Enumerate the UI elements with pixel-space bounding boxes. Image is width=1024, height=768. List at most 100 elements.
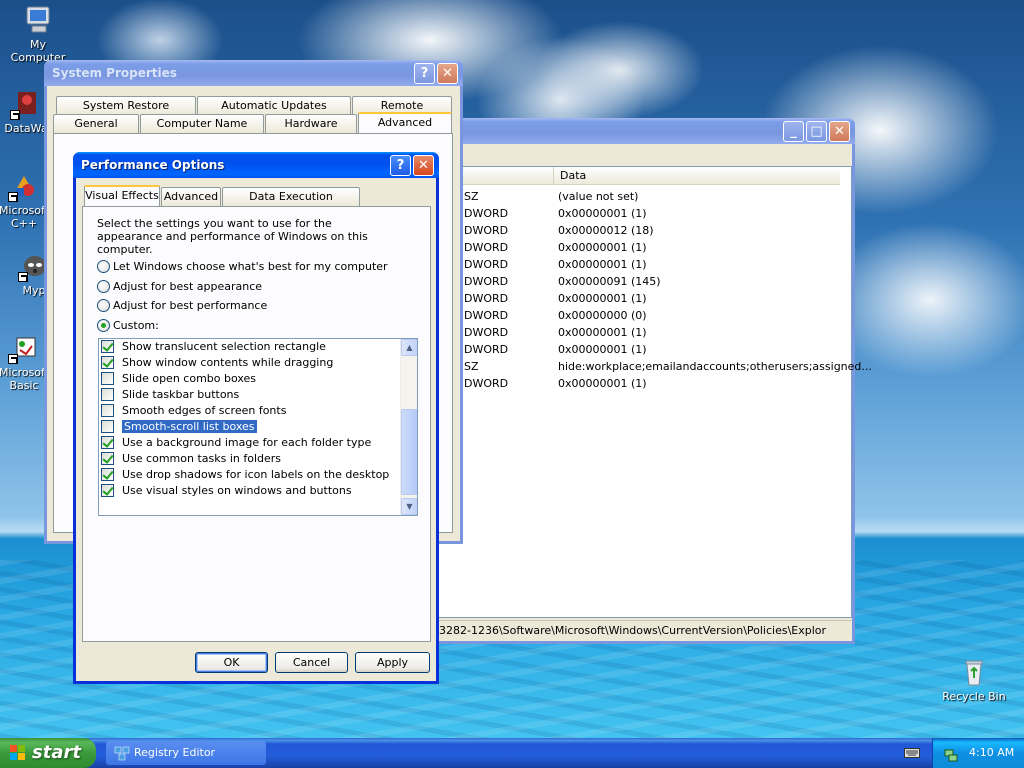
list-item[interactable]: Use a background image for each folder t…	[101, 435, 371, 451]
checkbox[interactable]	[101, 468, 114, 481]
table-row[interactable]: DWORD	[464, 341, 508, 358]
registry-statusbar: 3282-1236\Software\Microsoft\Windows\Cur…	[433, 620, 852, 640]
table-row[interactable]: DWORD	[464, 239, 508, 256]
column-header-data[interactable]: Data	[554, 167, 840, 185]
cell-type: DWORD	[464, 241, 509, 254]
cancel-button[interactable]: Cancel	[275, 652, 348, 673]
system-properties-titlebar[interactable]: System Properties ? ✕	[44, 60, 463, 86]
checkbox[interactable]	[101, 484, 114, 497]
cell-type: DWORD	[464, 207, 509, 220]
performance-options-titlebar[interactable]: Performance Options ? ✕	[73, 152, 439, 178]
close-button[interactable]: ✕	[829, 121, 850, 142]
list-item-label: Use drop shadows for icon labels on the …	[122, 468, 390, 481]
tab-automatic-updates[interactable]: Automatic Updates	[197, 96, 351, 115]
window-title: System Properties	[52, 66, 177, 80]
start-label: start	[32, 742, 81, 763]
table-row[interactable]: DWORD	[464, 324, 508, 341]
tab-advanced[interactable]: Advanced	[358, 112, 452, 133]
visual-effects-panel: Select the settings you want to use for …	[82, 206, 431, 642]
table-row[interactable]: DWORD	[464, 205, 508, 222]
tab-system-restore[interactable]: System Restore	[56, 96, 196, 115]
checkbox[interactable]	[101, 436, 114, 449]
checkbox[interactable]	[101, 452, 114, 465]
close-button[interactable]: ✕	[413, 155, 434, 176]
tab-computer-name[interactable]: Computer Name	[140, 114, 264, 133]
radio-button[interactable]	[97, 280, 110, 293]
tab-visual-effects[interactable]: Visual Effects	[84, 185, 160, 206]
scroll-up-button[interactable]: ▲	[401, 339, 417, 356]
apply-button[interactable]: Apply	[355, 652, 430, 673]
list-item[interactable]: Smooth edges of screen fonts	[101, 403, 286, 419]
checkbox[interactable]	[101, 404, 114, 417]
start-button[interactable]: start	[0, 738, 96, 768]
status-path: 3282-1236\Software\Microsoft\Windows\Cur…	[439, 624, 827, 637]
cell-data: hide:workplace;emailandaccounts;otheruse…	[558, 360, 872, 373]
datawa-icon	[10, 88, 42, 120]
registry-menubar	[433, 144, 852, 164]
table-row[interactable]: DWORD	[464, 307, 508, 324]
registry-titlebar[interactable]: _ □ ✕	[430, 118, 855, 144]
tab-general[interactable]: General	[53, 114, 139, 133]
minimize-button[interactable]: _	[783, 121, 804, 142]
list-item-selected[interactable]: Smooth-scroll list boxes	[101, 419, 258, 435]
table-row[interactable]: DWORD	[464, 290, 508, 307]
network-icon[interactable]	[943, 745, 959, 762]
checkbox[interactable]	[101, 340, 114, 353]
radio-best-performance[interactable]: Adjust for best performance	[97, 298, 267, 314]
tab-data-execution-prevention[interactable]: Data Execution Prevention	[222, 187, 360, 221]
taskbar: start Registry Editor 4:10 AM	[0, 738, 1024, 768]
radio-custom[interactable]: Custom:	[97, 318, 159, 334]
clock[interactable]: 4:10 AM	[969, 738, 1014, 768]
radio-button[interactable]	[97, 299, 110, 312]
tab-hardware[interactable]: Hardware	[265, 114, 357, 133]
list-item-label: Use visual styles on windows and buttons	[122, 484, 352, 497]
cell-data: 0x00000001 (1)	[558, 258, 647, 271]
keyboard-icon[interactable]	[904, 746, 920, 760]
table-row[interactable]: DWORD	[464, 222, 508, 239]
scroll-down-button[interactable]: ▼	[401, 498, 417, 515]
desktop-icon-recycle-bin[interactable]: Recycle Bin	[938, 656, 1010, 703]
table-row-data: 0x00000001 (1)	[558, 375, 647, 392]
help-button[interactable]: ?	[414, 63, 435, 84]
list-item[interactable]: Use drop shadows for icon labels on the …	[101, 467, 389, 483]
system-tray: 4:10 AM	[932, 738, 1024, 768]
list-item-label: Slide open combo boxes	[122, 372, 257, 385]
maximize-button[interactable]: □	[806, 121, 827, 142]
help-button[interactable]: ?	[390, 155, 411, 176]
table-row[interactable]: DWORD	[464, 375, 508, 392]
list-item[interactable]: Use common tasks in folders	[101, 451, 281, 467]
desktop-icon-my-computer[interactable]: My Computer	[2, 4, 74, 64]
scroll-thumb[interactable]	[401, 409, 417, 495]
list-item[interactable]: Show window contents while dragging	[101, 355, 333, 371]
close-button[interactable]: ✕	[437, 63, 458, 84]
taskbar-button-registry-editor[interactable]: Registry Editor	[106, 741, 266, 765]
cell-data: 0x00000091 (145)	[558, 275, 661, 288]
table-row[interactable]: SZ	[464, 358, 479, 375]
cell-data: 0x00000001 (1)	[558, 292, 647, 305]
list-scrollbar[interactable]: ▲ ▼	[400, 339, 417, 515]
radio-best-appearance[interactable]: Adjust for best appearance	[97, 279, 262, 295]
checkbox[interactable]	[101, 388, 114, 401]
radio-button-selected[interactable]	[97, 319, 110, 332]
checkbox[interactable]	[101, 372, 114, 385]
checkbox[interactable]	[101, 356, 114, 369]
list-item[interactable]: Slide open combo boxes	[101, 371, 256, 387]
table-row[interactable]: DWORD	[464, 256, 508, 273]
tab-advanced[interactable]: Advanced	[161, 187, 221, 206]
description-text: Select the settings you want to use for …	[97, 217, 368, 256]
cell-data: (value not set)	[558, 190, 639, 203]
ok-button[interactable]: OK	[195, 652, 268, 673]
radio-label: Custom:	[113, 319, 159, 332]
list-item[interactable]: Show translucent selection rectangle	[101, 339, 326, 355]
list-item[interactable]: Use visual styles on windows and buttons	[101, 483, 352, 499]
cell-type: DWORD	[464, 309, 509, 322]
registry-editor-icon	[114, 745, 130, 761]
table-row[interactable]: SZ	[464, 188, 479, 205]
checkbox[interactable]	[101, 420, 114, 433]
radio-let-windows-choose[interactable]: Let Windows choose what's best for my co…	[97, 259, 388, 275]
table-row[interactable]: DWORD	[464, 273, 508, 290]
radio-button[interactable]	[97, 260, 110, 273]
visual-effects-list[interactable]: Show translucent selection rectangle Sho…	[98, 338, 418, 516]
table-row-data: 0x00000001 (1)	[558, 256, 647, 273]
list-item[interactable]: Slide taskbar buttons	[101, 387, 239, 403]
